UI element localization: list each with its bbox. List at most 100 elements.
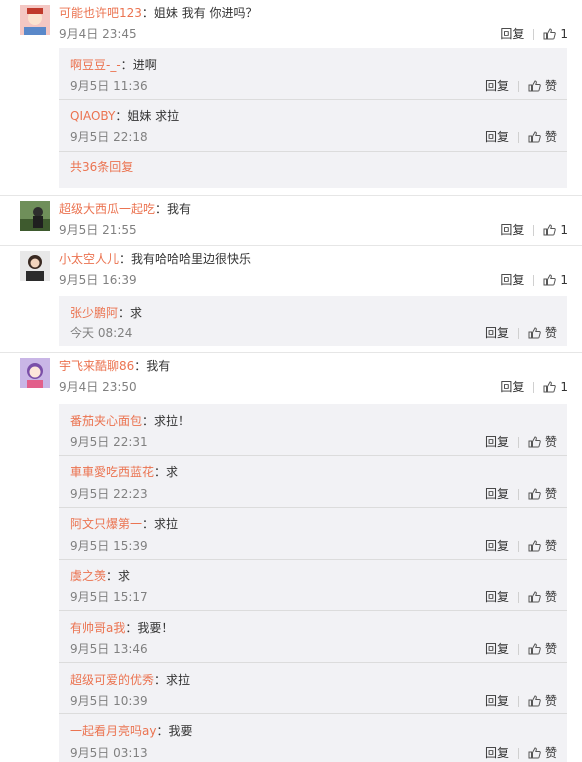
reply-author-link[interactable]: 啊豆豆-_- bbox=[70, 58, 121, 72]
reply-actions: 回复 赞 bbox=[485, 538, 557, 554]
reply-button[interactable]: 回复 bbox=[485, 325, 509, 341]
like-button[interactable]: 赞 bbox=[528, 538, 557, 554]
reply-time: 9月5日 22:31 bbox=[70, 435, 148, 449]
colon: ： bbox=[115, 109, 128, 123]
thumbs-up-icon bbox=[528, 488, 541, 500]
comment-item: 小太空人儿：我有哈哈哈里边很快乐 9月5日 16:39 回复 1 张少鹏阿：求 … bbox=[0, 245, 582, 352]
comment-author-link[interactable]: 可能也许吧123 bbox=[59, 6, 142, 20]
like-button[interactable]: 1 bbox=[543, 26, 568, 42]
colon: ： bbox=[142, 414, 155, 428]
reply-actions: 回复 赞 bbox=[485, 434, 557, 450]
like-label: 赞 bbox=[544, 435, 557, 449]
like-label: 赞 bbox=[544, 590, 557, 604]
comment-time: 9月4日 23:50 bbox=[59, 380, 137, 394]
thumbs-up-icon bbox=[528, 643, 541, 655]
reply-text: 求拉 bbox=[166, 673, 191, 687]
colon: ： bbox=[119, 252, 132, 266]
reply-author-link[interactable]: QIAOBY bbox=[70, 109, 115, 123]
avatar[interactable] bbox=[20, 358, 50, 388]
like-button[interactable]: 赞 bbox=[528, 434, 557, 450]
colon: ： bbox=[106, 569, 119, 583]
reply-author-link[interactable]: 番茄夹心面包 bbox=[70, 414, 142, 428]
reply-author-link[interactable]: 一起看月亮吗ay bbox=[70, 724, 156, 738]
colon: ： bbox=[134, 359, 147, 373]
reply-author-link[interactable]: 张少鹏阿 bbox=[70, 306, 118, 320]
colon: ： bbox=[142, 517, 155, 531]
avatar[interactable] bbox=[20, 201, 50, 231]
reply-time: 9月5日 03:13 bbox=[70, 746, 148, 760]
thumbs-up-icon bbox=[528, 327, 541, 339]
comment-text: 我有哈哈哈里边很快乐 bbox=[131, 252, 252, 266]
reply-time: 9月5日 10:39 bbox=[70, 694, 148, 708]
comment-text-line: 超级大西瓜一起吃：我有 bbox=[59, 201, 191, 217]
reply-item: 有帅哥a我：我要！ 9月5日 13:46 回复 赞 bbox=[59, 610, 567, 662]
reply-item: 阿文只爆第一：求拉 9月5日 15:39 回复 赞 bbox=[59, 507, 567, 559]
comment-time: 9月4日 23:45 bbox=[59, 27, 137, 41]
reply-author-link[interactable]: 超级可爱的优秀 bbox=[70, 673, 154, 687]
like-button[interactable]: 赞 bbox=[528, 78, 557, 94]
reply-actions: 回复 赞 bbox=[485, 641, 557, 657]
reply-text: 我要！ bbox=[137, 621, 174, 635]
reply-button[interactable]: 回复 bbox=[485, 589, 509, 605]
reply-author-link[interactable]: 阿文只爆第一 bbox=[70, 517, 142, 531]
comment-author-link[interactable]: 超级大西瓜一起吃 bbox=[59, 202, 155, 216]
more-replies-link[interactable]: 共36条回复 bbox=[70, 159, 133, 175]
like-button[interactable]: 赞 bbox=[528, 693, 557, 709]
like-label: 赞 bbox=[544, 694, 557, 708]
reply-text-line: 車車愛吃西蓝花：求 bbox=[70, 464, 178, 480]
comment-time: 9月5日 16:39 bbox=[59, 273, 137, 287]
reply-actions: 回复 赞 bbox=[485, 486, 557, 502]
reply-button[interactable]: 回复 bbox=[500, 272, 524, 288]
reply-author-link[interactable]: 虞之羡 bbox=[70, 569, 106, 583]
reply-text-line: 阿文只爆第一：求拉 bbox=[70, 516, 178, 532]
reply-text: 求拉！ bbox=[154, 414, 191, 428]
reply-text-line: 超级可爱的优秀：求拉 bbox=[70, 672, 190, 688]
reply-button[interactable]: 回复 bbox=[485, 641, 509, 657]
like-button[interactable]: 赞 bbox=[528, 129, 557, 145]
colon: ： bbox=[154, 465, 167, 479]
avatar[interactable] bbox=[20, 5, 50, 35]
reply-button[interactable]: 回复 bbox=[500, 222, 524, 238]
reply-button[interactable]: 回复 bbox=[485, 486, 509, 502]
reply-list: 啊豆豆-_-：进啊 9月5日 11:36 回复赞 QIAOBY：姐妹 求拉 9月… bbox=[59, 48, 567, 188]
reply-button[interactable]: 回复 bbox=[485, 434, 509, 450]
like-button[interactable]: 赞 bbox=[528, 641, 557, 657]
colon: ： bbox=[141, 6, 154, 20]
comment-author-link[interactable]: 宇飞来酷聊86 bbox=[59, 359, 134, 373]
reply-button[interactable]: 回复 bbox=[485, 745, 509, 761]
reply-text: 求 bbox=[166, 465, 179, 479]
like-button[interactable]: 赞 bbox=[528, 325, 557, 341]
like-button[interactable]: 1 bbox=[543, 379, 568, 395]
comment-actions: 回复 1 bbox=[500, 379, 568, 395]
like-button[interactable]: 赞 bbox=[528, 745, 557, 761]
thumbs-up-icon bbox=[543, 381, 557, 393]
comment-actions: 回复 1 bbox=[500, 26, 568, 42]
like-button[interactable]: 赞 bbox=[528, 486, 557, 502]
like-button[interactable]: 1 bbox=[543, 272, 568, 288]
reply-time: 9月5日 22:23 bbox=[70, 487, 148, 501]
reply-item: 超级可爱的优秀：求拉 9月5日 10:39 回复 赞 bbox=[59, 662, 567, 713]
comment-text: 姐妹 我有 你进吗？ bbox=[153, 6, 258, 20]
comment-author-link[interactable]: 小太空人儿 bbox=[59, 252, 119, 266]
thumbs-up-icon bbox=[528, 131, 541, 143]
like-button[interactable]: 赞 bbox=[528, 589, 557, 605]
reply-time: 9月5日 15:17 bbox=[70, 590, 148, 604]
reply-button[interactable]: 回复 bbox=[500, 26, 524, 42]
thumbs-up-icon bbox=[528, 747, 541, 759]
reply-item: 番茄夹心面包：求拉！ 9月5日 22:31 回复 赞 bbox=[59, 404, 567, 455]
avatar[interactable] bbox=[20, 251, 50, 281]
like-label: 赞 bbox=[544, 746, 557, 760]
reply-text-line: 张少鹏阿：求 bbox=[70, 305, 142, 321]
reply-author-link[interactable]: 有帅哥a我 bbox=[70, 621, 125, 635]
reply-button[interactable]: 回复 bbox=[485, 129, 509, 145]
reply-button[interactable]: 回复 bbox=[485, 538, 509, 554]
more-replies: 共36条回复 bbox=[59, 151, 567, 188]
reply-author-link[interactable]: 車車愛吃西蓝花 bbox=[70, 465, 154, 479]
like-button[interactable]: 1 bbox=[543, 222, 568, 238]
colon: ： bbox=[125, 621, 138, 635]
reply-button[interactable]: 回复 bbox=[485, 693, 509, 709]
like-label: 赞 bbox=[544, 79, 557, 93]
reply-time: 9月5日 15:39 bbox=[70, 539, 148, 553]
reply-button[interactable]: 回复 bbox=[485, 78, 509, 94]
reply-button[interactable]: 回复 bbox=[500, 379, 524, 395]
